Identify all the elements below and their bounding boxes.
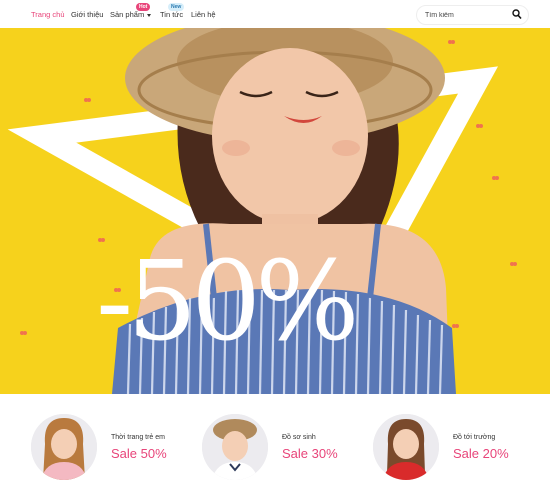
category-card[interactable]: Đồ tới trường Sale 20%: [373, 414, 543, 484]
category-avatar: [373, 414, 439, 480]
category-title: Thời trang trẻ em: [111, 434, 165, 441]
nav-item-news[interactable]: Tin tức: [160, 10, 183, 19]
category-section: Thời trang trẻ em Sale 50% Đồ sơ sinh Sa…: [0, 394, 550, 492]
category-sale: Sale 30%: [282, 446, 338, 461]
category-card[interactable]: Đồ sơ sinh Sale 30%: [202, 414, 372, 484]
category-card[interactable]: Thời trang trẻ em Sale 50%: [31, 414, 201, 484]
girl-portrait-icon: [31, 414, 97, 480]
new-badge: New: [168, 3, 185, 11]
category-title: Đồ sơ sinh: [282, 434, 316, 441]
promo-discount-text: -50%: [96, 237, 360, 365]
chevron-down-icon: [147, 13, 152, 17]
nav-item-about[interactable]: Giới thiệu: [71, 10, 103, 19]
search-box: [416, 5, 529, 25]
category-avatar: [202, 414, 268, 480]
search-input[interactable]: [425, 9, 505, 21]
top-nav: Trang chủ Giới thiệu Sản phẩm Hot Tin tứ…: [0, 0, 550, 28]
nav-item-products-label: Sản phẩm: [110, 10, 145, 19]
schoolgirl-portrait-icon: [373, 414, 439, 480]
category-sale: Sale 50%: [111, 446, 167, 461]
hot-badge: Hot: [136, 3, 151, 11]
nav-item-contact[interactable]: Liên hệ: [191, 10, 216, 19]
search-icon[interactable]: [512, 9, 522, 20]
nav-item-home[interactable]: Trang chủ: [31, 10, 65, 19]
category-title: Đồ tới trường: [453, 434, 496, 441]
category-sale: Sale 20%: [453, 446, 509, 461]
nav-item-products[interactable]: Sản phẩm: [110, 10, 152, 19]
boy-portrait-icon: [202, 414, 268, 480]
hero-banner[interactable]: -50%: [0, 28, 550, 394]
category-avatar: [31, 414, 97, 480]
